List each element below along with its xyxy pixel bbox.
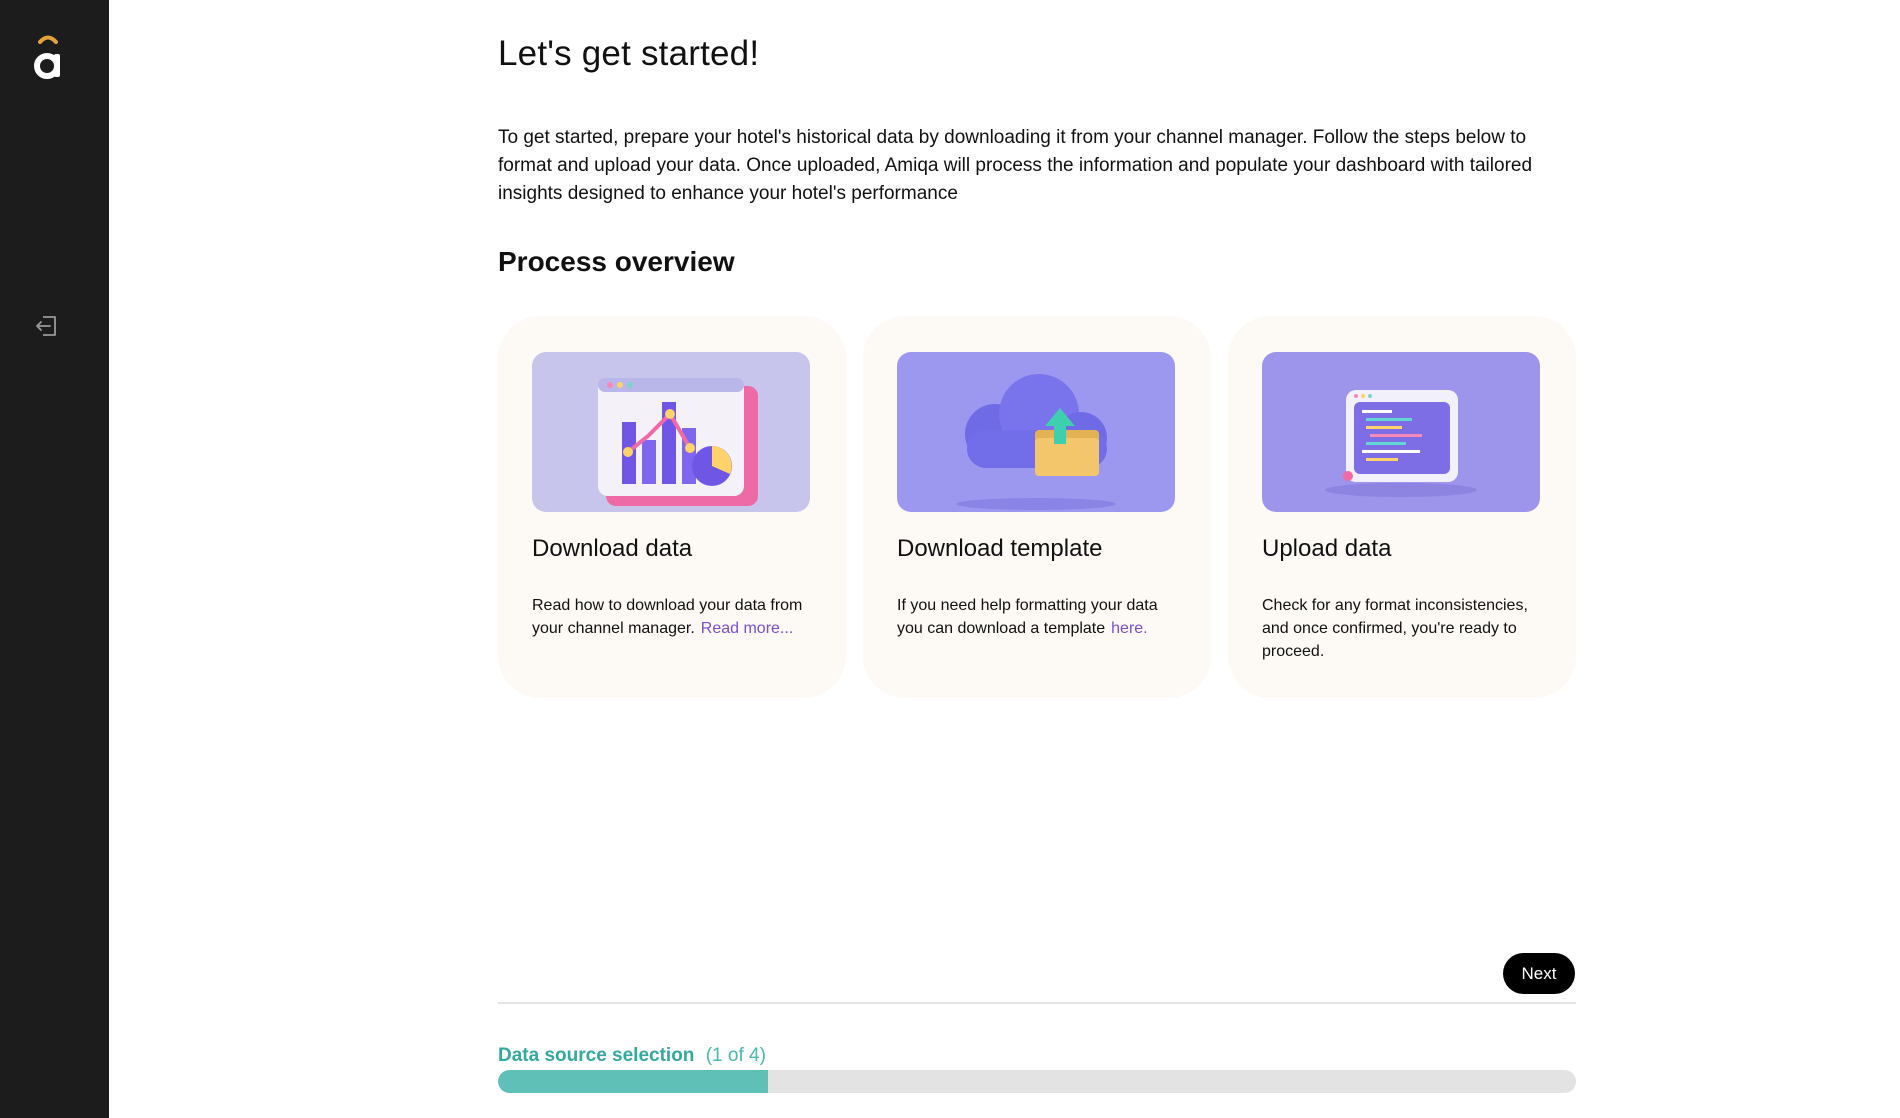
section-title: Process overview [498,246,735,277]
card-title: Download template [897,535,1103,562]
sidebar [0,0,109,1118]
card-text: Read how to download your data from your… [532,594,818,640]
card-download-data: Download data Read how to download your … [498,316,846,698]
card-text: Check for any format inconsistencies, an… [1262,597,1528,660]
progress-fill [498,1070,768,1093]
intro-text: To get started, prepare your hotel's his… [498,127,1533,204]
card-title: Upload data [1262,535,1392,562]
download-data-illustration [532,352,810,512]
progress-bar [498,1070,1576,1093]
next-button[interactable]: Next [1503,953,1575,994]
card-text: If you need help formatting your data yo… [897,594,1183,640]
card-title: Download data [532,535,693,562]
upload-data-illustration [1262,352,1540,512]
card-upload-data: Upload data Check for any format inconsi… [1228,316,1576,698]
download-template-illustration [897,352,1175,512]
card-download-template: Download template If you need help forma… [863,316,1211,698]
template-here-link[interactable]: here. [1111,620,1147,637]
step-count: (1 of 4) [705,1045,766,1066]
read-more-link[interactable]: Read more... [701,620,793,637]
amiqa-logo[interactable] [28,34,68,82]
step-label: Data source selection [498,1045,695,1066]
main-content: Let's get started! To get started, prepa… [498,0,1576,1118]
progress-step: Data source selection (1 of 4) [498,1045,766,1067]
page-title: Let's get started! [498,34,760,73]
logout-icon[interactable] [34,313,60,339]
divider [498,1002,1576,1004]
